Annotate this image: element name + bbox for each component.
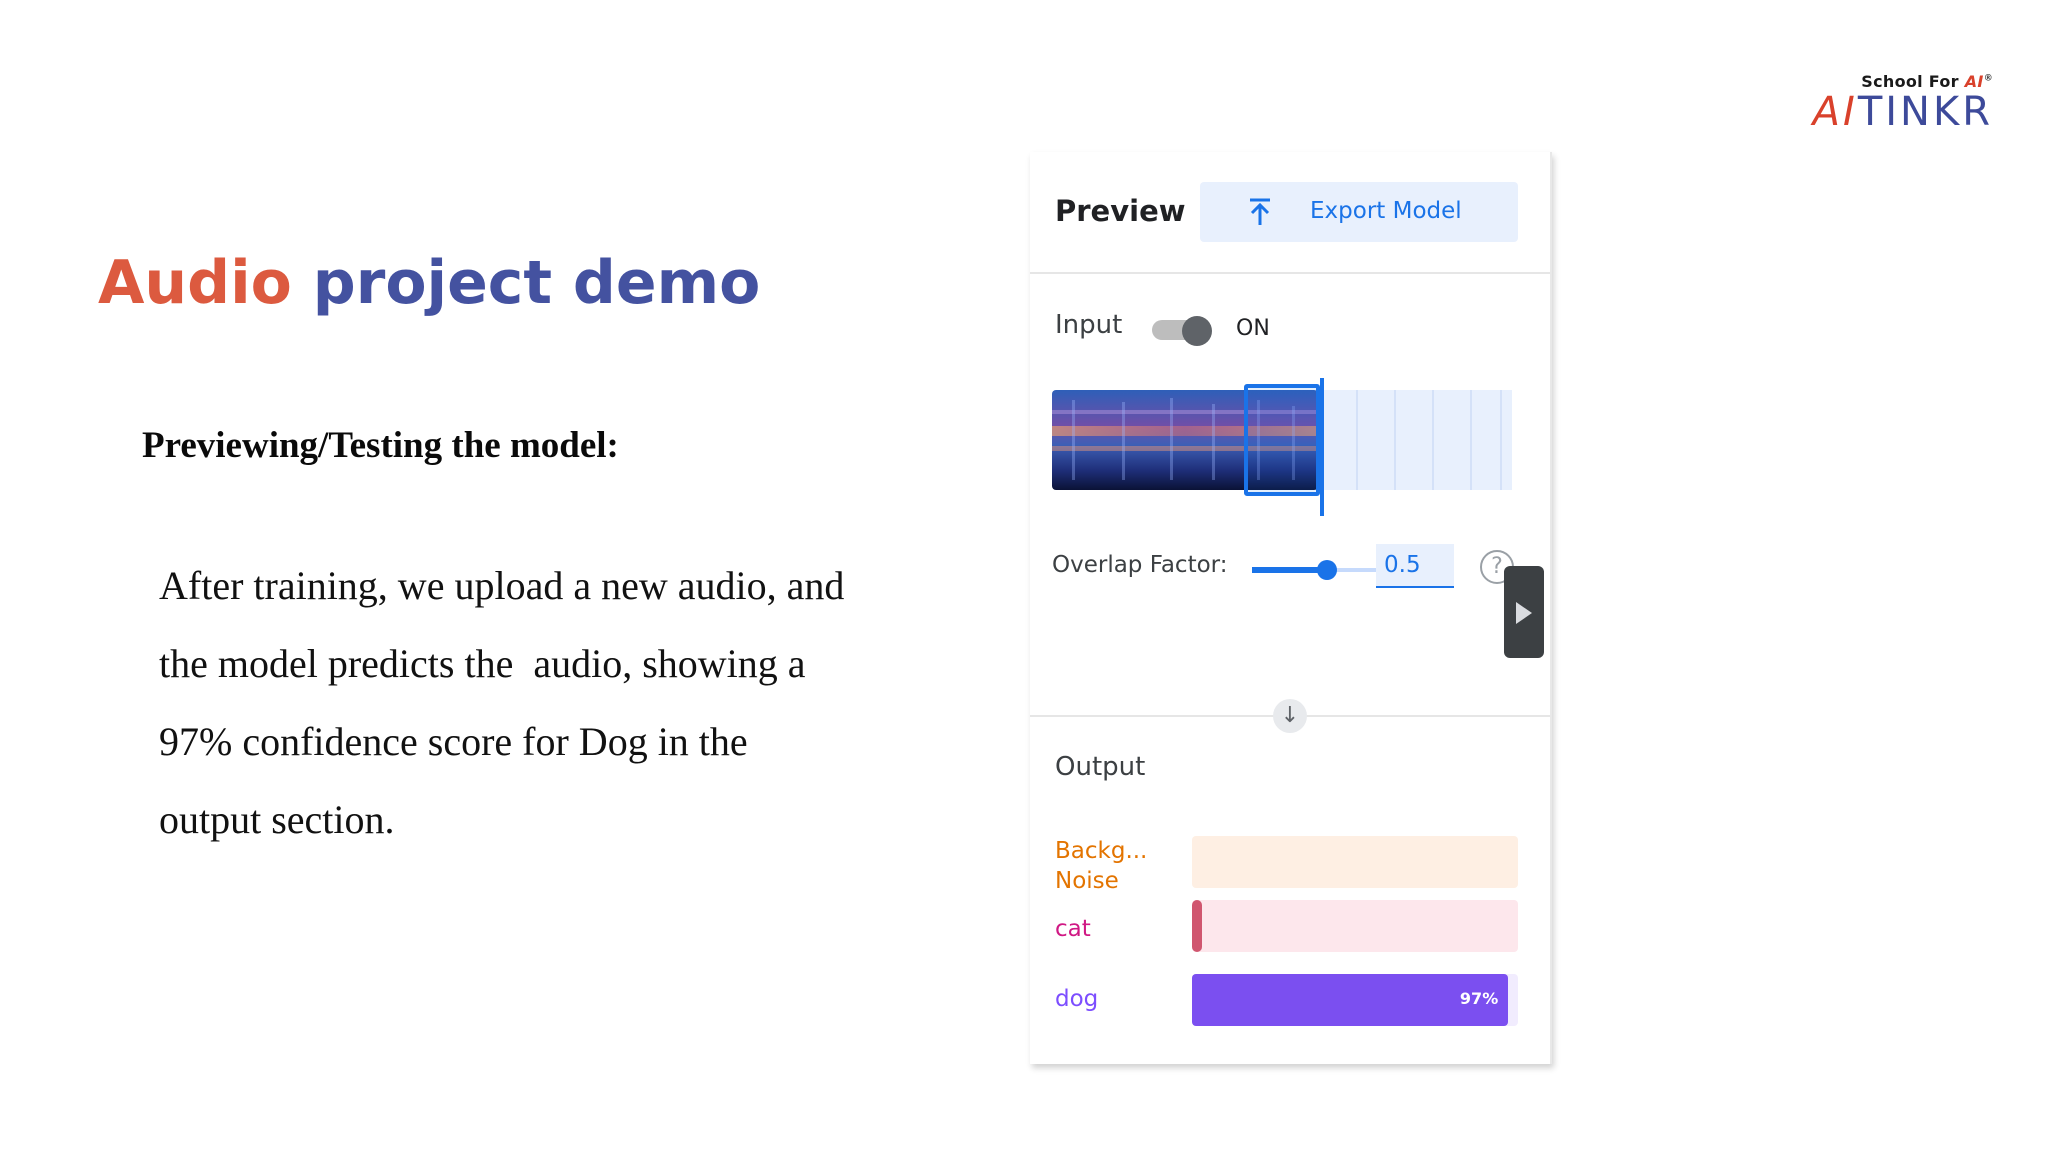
confidence-fill <box>1192 900 1202 952</box>
toggle-state-label: ON <box>1236 316 1270 341</box>
overlap-factor-slider[interactable] <box>1252 558 1382 582</box>
logo-wordmark-ai: AI <box>1812 89 1858 135</box>
export-model-button[interactable]: Export Model <box>1200 182 1518 242</box>
preview-panel: Preview Export Model Input ON Overlap Fa… <box>1030 152 1552 1064</box>
confidence-bar <box>1192 836 1518 888</box>
confidence-percent: 97% <box>1459 989 1499 1008</box>
analysis-window[interactable] <box>1244 384 1320 496</box>
overlap-factor-input[interactable]: 0.5 <box>1376 544 1454 588</box>
logo-wordmark: AITINKR <box>1813 92 1993 132</box>
slide-body: After training, we upload a new audio, a… <box>159 547 959 859</box>
class-label: Backg... Noise <box>1055 836 1175 896</box>
body-line: the model predicts the audio, showing a <box>159 641 806 686</box>
body-line: 97% confidence score for Dog in the <box>159 719 748 764</box>
slider-fill <box>1252 567 1326 573</box>
spectrogram <box>1052 378 1512 516</box>
slide-title: Audio project demo <box>98 244 760 322</box>
class-label: cat <box>1055 916 1091 942</box>
grid-tick <box>1470 390 1472 490</box>
slide-title-word-audio: Audio <box>98 248 292 318</box>
aitinkr-logo: School For AI® AITINKR <box>1763 70 1993 132</box>
play-arrow-icon <box>1516 602 1532 624</box>
output-label: Output <box>1055 752 1146 782</box>
spectrogram-empty-region <box>1318 390 1512 490</box>
body-line: After training, we upload a new audio, a… <box>159 563 845 608</box>
confidence-bar <box>1192 900 1518 952</box>
class-label: dog <box>1055 986 1099 1012</box>
playhead[interactable] <box>1320 378 1324 516</box>
upload-icon <box>1250 198 1270 225</box>
class-label-line: Noise <box>1055 868 1119 894</box>
grid-tick <box>1394 390 1396 490</box>
arrow-down-icon: ↓ <box>1273 699 1307 733</box>
collapse-panel-tab[interactable] <box>1504 566 1544 658</box>
panel-header: Preview Export Model <box>1030 152 1550 274</box>
confidence-bar: 97% <box>1192 974 1518 1026</box>
export-model-label: Export Model <box>1310 198 1462 224</box>
confidence-fill: 97% <box>1192 974 1509 1026</box>
input-toggle[interactable] <box>1152 316 1212 346</box>
slide-subtitle: Previewing/Testing the model: <box>142 425 619 466</box>
slide-title-rest: project demo <box>291 248 761 318</box>
logo-wordmark-rest: TINKR <box>1857 89 1993 135</box>
grid-tick <box>1432 390 1434 490</box>
class-label-line: Backg... <box>1055 838 1148 864</box>
preview-title: Preview <box>1055 194 1186 228</box>
grid-tick <box>1356 390 1358 490</box>
overlap-factor-label: Overlap Factor: <box>1052 552 1228 578</box>
input-label: Input <box>1055 310 1123 340</box>
body-line: output section. <box>159 797 395 842</box>
slider-thumb[interactable] <box>1317 560 1337 580</box>
toggle-knob <box>1182 316 1212 346</box>
grid-tick <box>1500 390 1502 490</box>
